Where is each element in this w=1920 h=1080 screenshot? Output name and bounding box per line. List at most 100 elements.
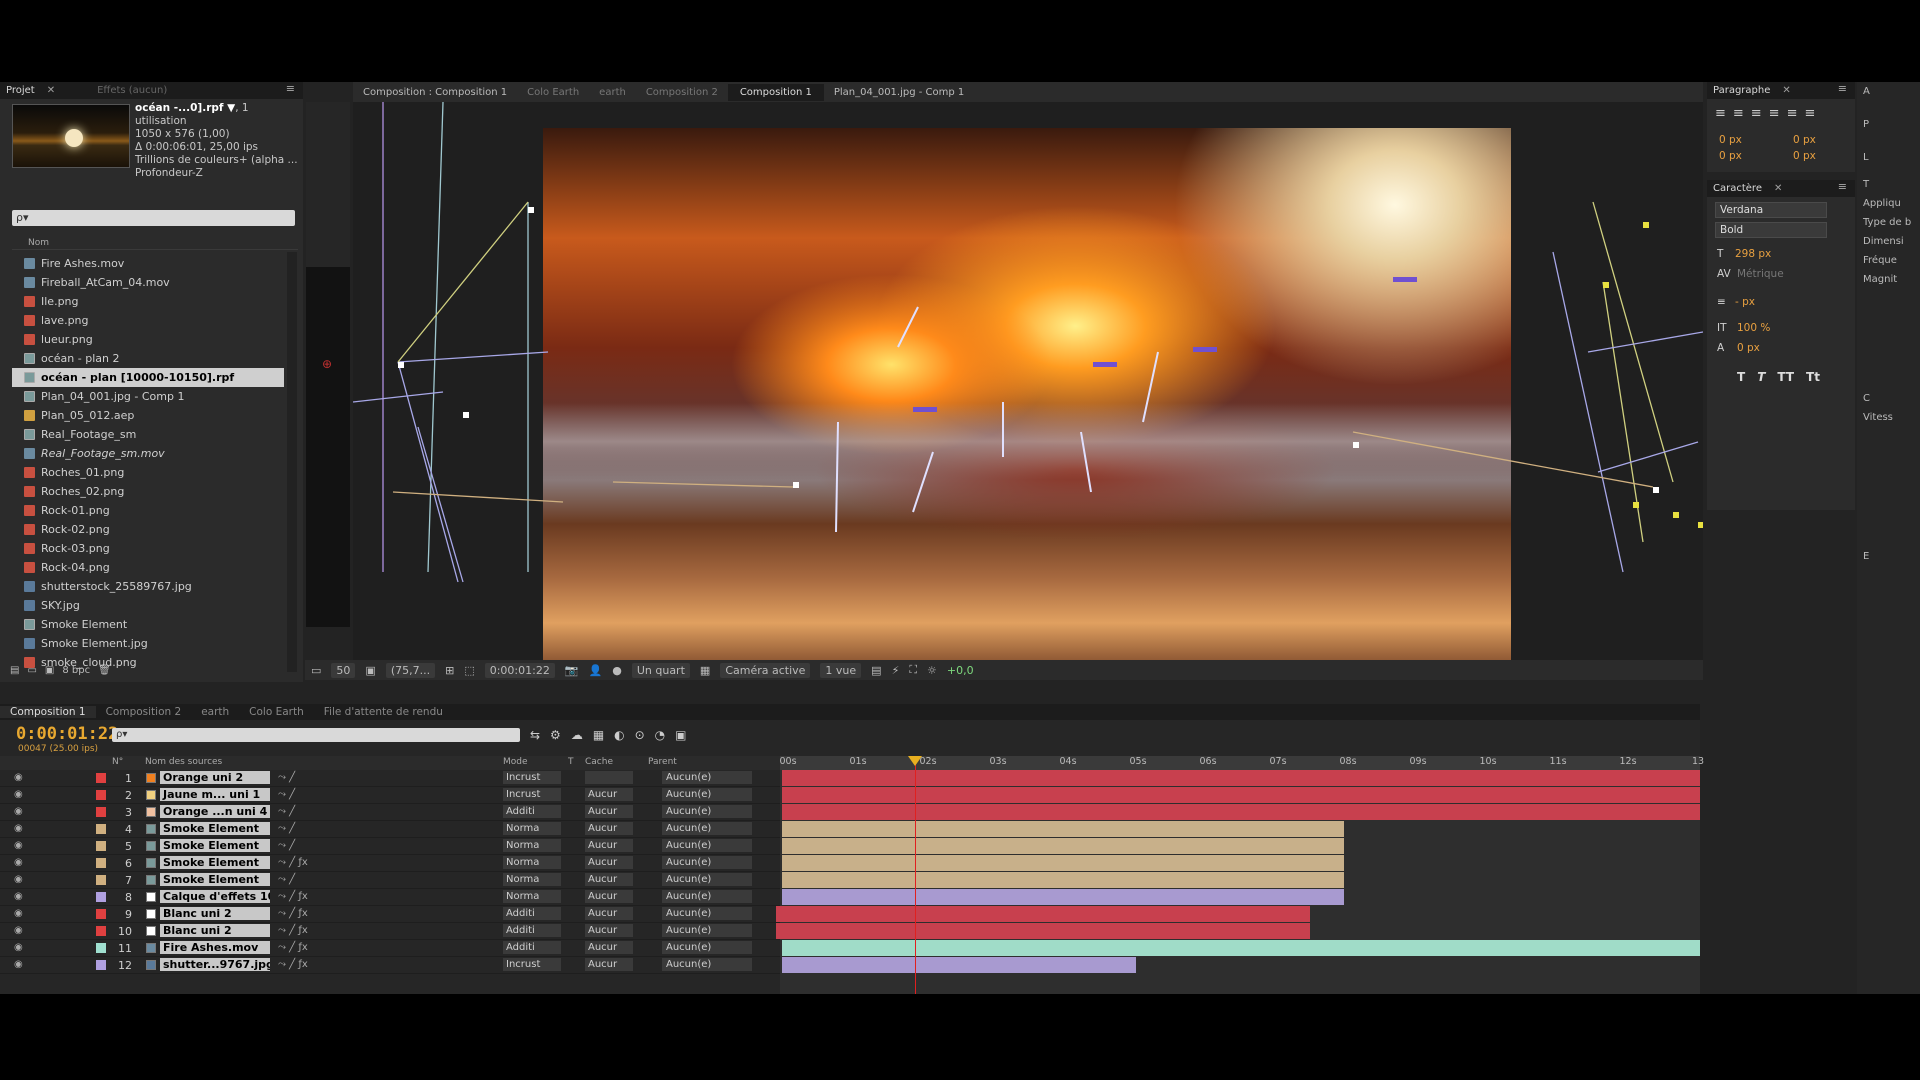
col-source-name[interactable]: Nom des sources — [145, 757, 222, 767]
project-item[interactable]: Real_Footage_sm.mov — [12, 444, 284, 463]
layer-duration-bar[interactable] — [782, 940, 1700, 956]
blend-mode-dropdown[interactable]: Norma — [503, 873, 561, 886]
parent-dropdown[interactable]: Aucun(e) — [662, 924, 752, 937]
trash-icon[interactable]: 🗑 — [98, 665, 111, 676]
eye-icon[interactable]: ◉ — [14, 891, 23, 902]
project-search-input[interactable]: ρ▾ — [12, 210, 295, 226]
track-matte-dropdown[interactable]: Aucur — [585, 788, 633, 801]
blend-mode-dropdown[interactable]: Incrust — [503, 788, 561, 801]
interpret-footage-icon[interactable]: ▤ — [10, 665, 19, 676]
label-color[interactable] — [96, 773, 106, 783]
label-color[interactable] — [96, 960, 106, 970]
layer-switch-icons[interactable]: ⤳ ╱ — [278, 823, 295, 834]
current-time-field[interactable]: 0:00:01:22 — [484, 662, 555, 678]
timeline-switch-icons[interactable]: ⇆⚙☁▦◐⊙◔▣ — [530, 728, 696, 742]
new-folder-icon[interactable]: ▭ — [27, 665, 36, 676]
snapshot-icon[interactable]: 📷 — [565, 664, 579, 677]
selected-file-name[interactable]: océan -...0].rpf ▼ — [135, 102, 235, 114]
label-color[interactable] — [96, 858, 106, 868]
timeline-layer-row[interactable]: ◉ 11 Fire Ashes.mov ⤳ ╱ ƒx Additi Aucur Aucun(… — [0, 940, 780, 957]
layer-switch-icons[interactable]: ⤳ ╱ — [278, 806, 295, 817]
comp-panel-title[interactable]: Composition : Composition 1 — [353, 87, 517, 98]
blend-mode-dropdown[interactable]: Norma — [503, 890, 561, 903]
project-item[interactable]: shutterstock_25589767.jpg — [12, 577, 284, 596]
space-before[interactable]: 0 px — [1719, 150, 1742, 162]
track-matte-dropdown[interactable] — [585, 771, 633, 784]
parent-dropdown[interactable]: Aucun(e) — [662, 890, 752, 903]
layer-switch-icons[interactable]: ⤳ ╱ — [278, 840, 295, 851]
bpc-button[interactable]: 8 bpc — [62, 665, 90, 676]
project-item[interactable]: Rock-02.png — [12, 520, 284, 539]
layer-duration-bar[interactable] — [782, 872, 1344, 888]
parent-dropdown[interactable]: Aucun(e) — [662, 771, 752, 784]
views-dropdown[interactable]: 1 vue — [820, 662, 862, 678]
blend-mode-dropdown[interactable]: Additi — [503, 805, 561, 818]
font-style-dropdown[interactable]: Bold — [1715, 222, 1827, 238]
eye-icon[interactable]: ◉ — [14, 823, 23, 834]
project-item[interactable]: Smoke Element.jpg — [12, 634, 284, 653]
fr-item-c[interactable]: C — [1857, 389, 1920, 408]
tl-tab-composition-2[interactable]: Composition 2 — [96, 706, 192, 718]
eye-icon[interactable]: ◉ — [14, 772, 23, 783]
tl-tab-colo-earth[interactable]: Colo Earth — [239, 706, 314, 718]
project-scrollbar[interactable] — [287, 252, 297, 672]
timeline-layer-row[interactable]: ◉ 4 Smoke Element ⤳ ╱ Norma Aucur Aucun(e) — [0, 821, 780, 838]
parent-dropdown[interactable]: Aucun(e) — [662, 907, 752, 920]
character-title[interactable]: Caractère — [1707, 183, 1768, 194]
layer-name[interactable]: Blanc uni 2 — [160, 907, 270, 920]
toggle-pixel-icon[interactable]: ▤ — [871, 664, 881, 677]
blend-mode-dropdown[interactable]: Norma — [503, 822, 561, 835]
track-matte-dropdown[interactable]: Aucur — [585, 822, 633, 835]
tl-tab-earth[interactable]: earth — [191, 706, 239, 718]
fr-vitesse[interactable]: Vitess — [1857, 408, 1920, 427]
project-item[interactable]: Roches_02.png — [12, 482, 284, 501]
layer-duration-bar[interactable] — [776, 906, 1310, 922]
layer-name[interactable]: Orange uni 2 — [160, 771, 270, 784]
label-color[interactable] — [96, 926, 106, 936]
track-matte-dropdown[interactable]: Aucur — [585, 890, 633, 903]
crumb-composition-1[interactable]: Composition 1 — [727, 83, 824, 101]
panel-menu-icon[interactable]: ≡ — [280, 82, 299, 95]
timeline-layer-row[interactable]: ◉ 1 Orange uni 2 ⤳ ╱ Incrust Aucun(e) — [0, 770, 780, 787]
layer-switch-icons[interactable]: ⤳ ╱ — [278, 789, 295, 800]
stroke-width-value[interactable]: - px — [1735, 296, 1755, 308]
project-item[interactable]: Roches_01.png — [12, 463, 284, 482]
track-matte-dropdown[interactable]: Aucur — [585, 941, 633, 954]
space-after[interactable]: 0 px — [1793, 150, 1816, 162]
layer-name[interactable]: Smoke Element — [160, 856, 270, 869]
crumb-composition-2[interactable]: Composition 2 — [636, 87, 728, 98]
timeline-layer-row[interactable]: ◉ 8 Calque d'effets 10 ⤳ ╱ ƒx Norma Aucur Aucu… — [0, 889, 780, 906]
layer-switch-icons[interactable]: ⤳ ╱ ƒx — [278, 908, 308, 919]
fr-item-e[interactable]: E — [1857, 547, 1920, 566]
parent-dropdown[interactable]: Aucun(e) — [662, 958, 752, 971]
fr-item-t[interactable]: T — [1857, 175, 1920, 194]
camera-dropdown[interactable]: Caméra active — [720, 662, 811, 678]
timeline-layer-row[interactable]: ◉ 9 Blanc uni 2 ⤳ ╱ ƒx Additi Aucur Aucun(e) — [0, 906, 780, 923]
tab-effets[interactable]: Effets (aucun) — [91, 85, 173, 96]
parent-dropdown[interactable]: Aucun(e) — [662, 873, 752, 886]
project-item[interactable]: Fire Ashes.mov — [12, 254, 284, 273]
close-icon[interactable]: ✕ — [41, 85, 61, 96]
timeline-layer-row[interactable]: ◉ 12 shutter...9767.jpg ⤳ ╱ ƒx Incrust Aucur A… — [0, 957, 780, 974]
timeline-layer-row[interactable]: ◉ 3 Orange ...n uni 4 ⤳ ╱ Additi Aucur Aucun(e… — [0, 804, 780, 821]
panel-menu-icon[interactable]: ≡ — [1832, 82, 1851, 95]
parent-dropdown[interactable]: Aucun(e) — [662, 856, 752, 869]
fr-magnitude[interactable]: Magnit — [1857, 270, 1920, 289]
track-matte-dropdown[interactable]: Aucur — [585, 856, 633, 869]
layer-name[interactable]: Smoke Element — [160, 822, 270, 835]
parent-dropdown[interactable]: Aucun(e) — [662, 788, 752, 801]
blend-mode-dropdown[interactable]: Additi — [503, 941, 561, 954]
layer-name[interactable]: Calque d'effets 10 — [160, 890, 270, 903]
project-item[interactable]: Plan_05_012.aep — [12, 406, 284, 425]
tl-tab-composition-1[interactable]: Composition 1 — [0, 706, 96, 718]
project-item[interactable]: Plan_04_001.jpg - Comp 1 — [12, 387, 284, 406]
close-icon[interactable]: ✕ — [1776, 85, 1796, 96]
new-comp-icon[interactable]: ▣ — [45, 665, 54, 676]
crumb-earth[interactable]: earth — [589, 87, 636, 98]
layer-name[interactable]: Smoke Element — [160, 839, 270, 852]
layer-duration-bar[interactable] — [782, 838, 1344, 854]
layer-switch-icons[interactable]: ⤳ ╱ ƒx — [278, 857, 308, 868]
layer-name[interactable]: shutter...9767.jpg — [160, 958, 270, 971]
eye-icon[interactable]: ◉ — [14, 959, 23, 970]
blend-mode-dropdown[interactable]: Norma — [503, 856, 561, 869]
